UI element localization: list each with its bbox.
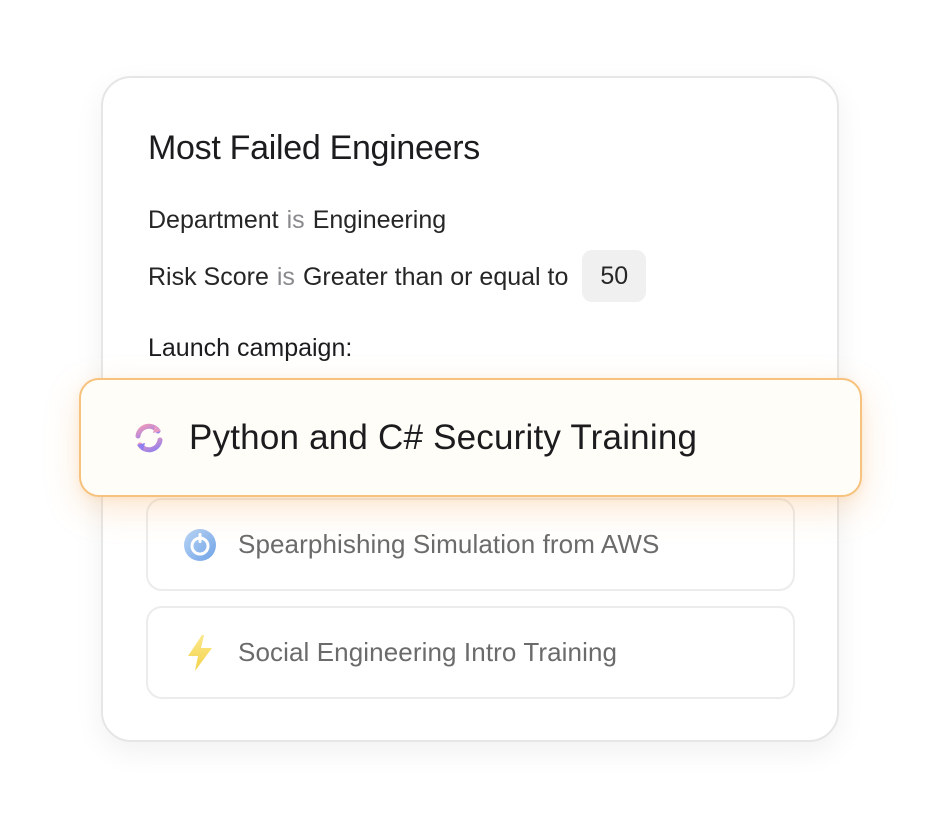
filter-field: Risk Score	[148, 263, 269, 291]
filter-operator: is	[286, 206, 305, 234]
campaign-option-label: Python and C# Security Training	[189, 417, 698, 457]
filter-operator: is	[276, 263, 295, 291]
launch-campaign-label: Launch campaign:	[148, 334, 353, 362]
risk-score-value-chip[interactable]: 50	[582, 250, 647, 302]
filter-field: Department	[148, 206, 279, 234]
timer-icon	[182, 527, 218, 563]
card-title: Most Failed Engineers	[148, 129, 480, 167]
campaign-option-social-engineering[interactable]: Social Engineering Intro Training	[146, 606, 795, 699]
campaign-option-label: Spearphishing Simulation from AWS	[238, 529, 660, 559]
filter-row-department: Department is Engineering	[148, 205, 446, 235]
campaign-option-label: Social Engineering Intro Training	[238, 637, 618, 667]
filter-row-risk-score: Risk Score is Greater than or equal to 5…	[148, 250, 647, 302]
sync-icon	[131, 420, 167, 456]
filter-value: Engineering	[312, 206, 447, 234]
filter-value: Greater than or equal to	[302, 263, 569, 291]
campaign-option-spearphishing[interactable]: Spearphishing Simulation from AWS	[146, 498, 795, 591]
lightning-icon	[182, 633, 218, 673]
campaign-option-python-csharp-selected[interactable]: Python and C# Security Training	[79, 378, 862, 497]
